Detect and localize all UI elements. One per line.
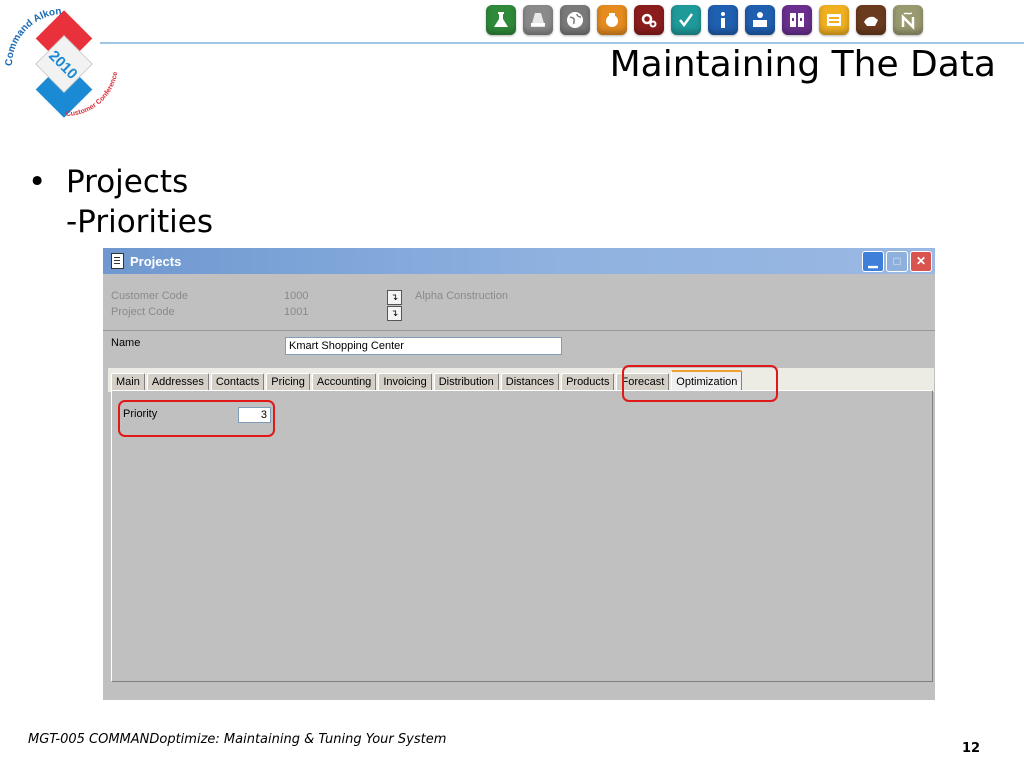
project-code-label: Project Code [111,306,175,318]
road-icon [523,5,553,35]
window-controls: ▁ □ ✕ [862,250,932,272]
customer-code-label: Customer Code [111,290,189,302]
folder-icon [819,5,849,35]
document-icon [111,253,124,269]
priority-highlight [118,400,275,437]
optimization-tab-highlight [622,365,778,402]
minimize-button[interactable]: ▁ [862,250,884,272]
maximize-button[interactable]: □ [886,250,908,272]
flask-icon [486,5,516,35]
name-label: Name [111,337,141,349]
footer-text: MGT-005 COMMANDoptimize: Maintaining & T… [28,732,447,747]
name-row: Name [103,331,935,365]
header-icon-bar [486,5,923,39]
tab-main[interactable]: Main [111,373,145,390]
customer-code-value: 1000 [284,290,309,302]
tab-distances[interactable]: Distances [500,373,560,390]
slide-title: Maintaining The Data [609,44,996,85]
bag-icon [597,5,627,35]
project-lookup-button[interactable]: ↴ [387,306,402,321]
customer-name: Alpha Construction [415,290,508,302]
gears-icon [634,5,664,35]
customer-lookup-button[interactable]: ↴ [387,290,402,305]
close-button[interactable]: ✕ [910,250,932,272]
hand-icon [856,5,886,35]
tab-addresses[interactable]: Addresses [146,373,209,390]
tab-invoicing[interactable]: Invoicing [378,373,432,390]
projects-window: Projects ▁ □ ✕ Customer Code 1000 ↴ Alph… [103,248,935,700]
tab-products[interactable]: Products [561,373,615,390]
tab-pricing[interactable]: Pricing [266,373,310,390]
project-header-panel: Customer Code 1000 ↴ Alpha Construction … [103,274,935,331]
bullet-list: • Projects -Priorities [28,162,213,242]
page-number: 12 [962,741,981,756]
tab-distribution[interactable]: Distribution [433,373,499,390]
window-title-bar[interactable]: Projects ▁ □ ✕ [103,248,935,274]
n-tilde-icon [893,5,923,35]
bullet-dot: • [28,164,47,200]
conference-logo: 2010 Command Alkon Customer Conference [4,6,119,118]
project-code-value: 1001 [284,306,309,318]
globe-icon [560,5,590,35]
window-bottom-bar [103,684,935,700]
panel-icon [782,5,812,35]
bullet-text: Projects [66,164,189,200]
tab-accounting[interactable]: Accounting [311,373,377,390]
person-desk-icon [745,5,775,35]
window-title: Projects [130,253,182,269]
tab-contacts[interactable]: Contacts [210,373,265,390]
info-icon [708,5,738,35]
bullet-item: • Projects [28,162,213,202]
name-field[interactable] [285,337,562,355]
sub-bullet-text: -Priorities [66,204,214,240]
checkmark-icon [671,5,701,35]
